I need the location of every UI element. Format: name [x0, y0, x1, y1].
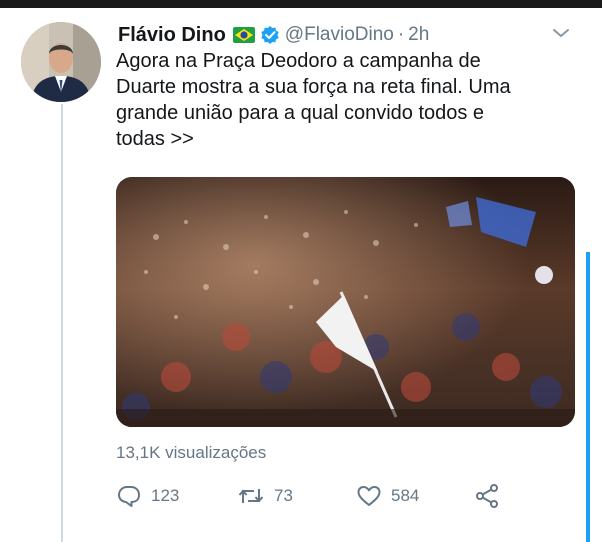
- retweet-button[interactable]: 73: [237, 481, 293, 511]
- chevron-down-icon[interactable]: [551, 26, 571, 40]
- author-handle[interactable]: @FlavioDino: [285, 24, 394, 46]
- verified-badge-icon: [260, 25, 280, 45]
- retweet-icon: [237, 485, 265, 507]
- tweet-actions: 123 73 584: [116, 481, 586, 511]
- scrollbar[interactable]: [586, 252, 590, 542]
- heart-icon: [356, 484, 382, 508]
- tweet-text-line: grande união para a qual convido todos e: [116, 102, 485, 124]
- tweet-text-line: Agora na Praça Deodoro a campanha de: [116, 50, 481, 72]
- top-status-bar: [0, 0, 602, 8]
- thread-line: [61, 104, 63, 542]
- reply-count: 123: [151, 486, 180, 505]
- tweet-header: Flávio Dino @FlavioDino · 2h: [118, 22, 429, 48]
- like-button[interactable]: 584: [356, 481, 419, 511]
- avatar[interactable]: [21, 22, 101, 102]
- brazil-flag-icon: [232, 27, 255, 43]
- author-name[interactable]: Flávio Dino: [118, 24, 226, 47]
- like-count: 584: [391, 486, 420, 505]
- separator-dot: ·: [397, 24, 405, 45]
- view-count: 13,1K visualizações: [116, 443, 267, 462]
- share-button[interactable]: [474, 481, 500, 511]
- tweet-text-line: Duarte mostra a sua força na reta final.…: [116, 76, 511, 98]
- tweet-text: Agora na Praça Deodoro a campanha de Dua…: [116, 48, 576, 152]
- share-icon: [474, 483, 500, 509]
- tweet-media-photo[interactable]: [116, 177, 575, 427]
- reply-icon: [116, 484, 142, 508]
- retweet-count: 73: [274, 486, 293, 505]
- tweet-timestamp[interactable]: 2h: [408, 24, 429, 46]
- tweet-text-line: todas >>: [116, 128, 194, 150]
- reply-button[interactable]: 123: [116, 481, 179, 511]
